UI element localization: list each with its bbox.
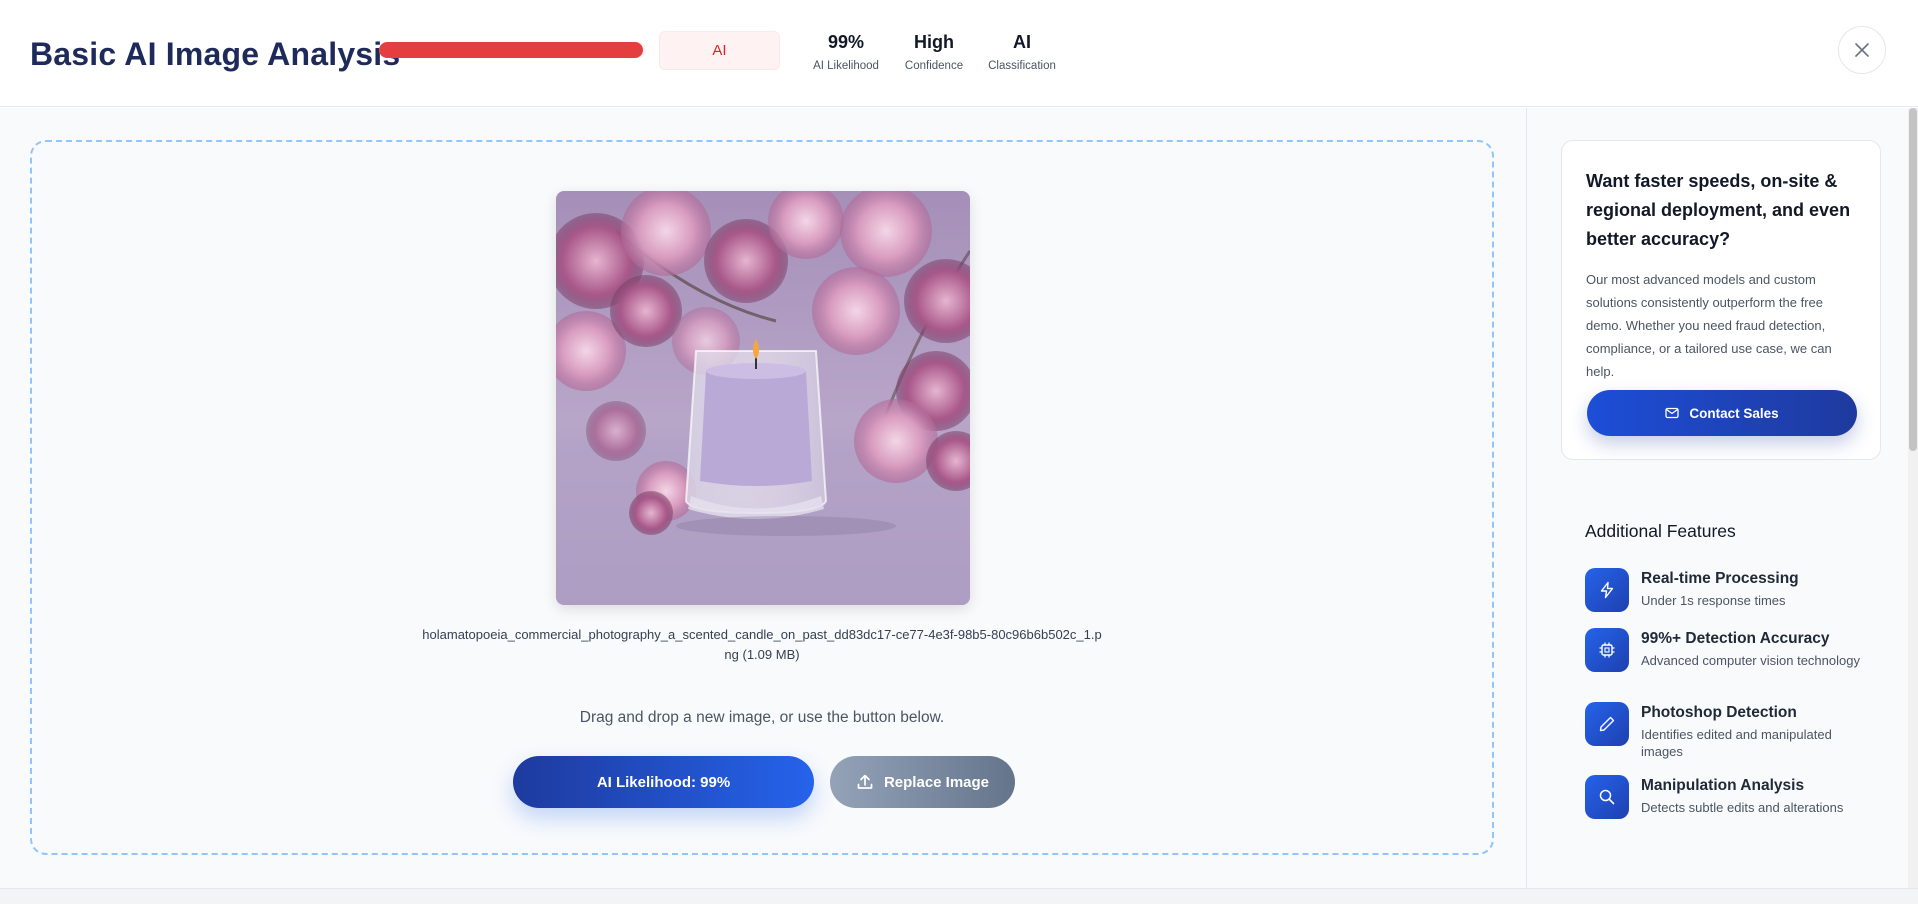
feature-desc: Detects subtle edits and alterations (1641, 800, 1844, 815)
feature-desc: Advanced computer vision technology (1641, 653, 1860, 668)
search-icon (1599, 789, 1615, 805)
feature-item: Real-time Processing Under 1s response t… (1585, 568, 1885, 628)
stat-label: Classification (988, 60, 1056, 72)
lightning-icon (1600, 581, 1614, 599)
feature-desc: Under 1s response times (1641, 593, 1786, 608)
candle-photo (556, 191, 970, 605)
feature-name: 99%+ Detection Accuracy (1641, 630, 1830, 647)
feature-icon-tile (1585, 775, 1629, 819)
stat-value: High (914, 32, 954, 52)
replace-image-button-label: Replace Image (883, 773, 990, 791)
feature-name: Manipulation Analysis (1641, 777, 1805, 794)
main-panel: holamatopoeia_commercial_photography_a_s… (0, 108, 1526, 888)
sidebar-scrollbar[interactable] (1908, 108, 1918, 888)
image-dropzone[interactable]: holamatopoeia_commercial_photography_a_s… (30, 140, 1494, 855)
close-icon (1855, 43, 1869, 57)
sidebar: Want faster speeds, on-site & regional d… (1526, 108, 1918, 888)
image-filename: holamatopoeia_commercial_photography_a_s… (422, 627, 1102, 662)
feature-icon-tile (1585, 628, 1629, 672)
contact-sales-label: Contact Sales (1689, 405, 1779, 421)
pencil-icon (1599, 716, 1615, 732)
mail-icon (1665, 407, 1680, 419)
stat-ai-likelihood: 99% AI Likelihood (808, 32, 884, 72)
stat-confidence: High Confidence (898, 32, 970, 72)
feature-item: 99%+ Detection Accuracy Advanced compute… (1585, 628, 1885, 688)
stat-label: Confidence (904, 60, 964, 72)
promo-card: Want faster speeds, on-site & regional d… (1561, 140, 1881, 460)
dropzone-instructions: Drag and drop a new image, or use the bu… (579, 709, 945, 726)
ai-likelihood-button-label: AI Likelihood: 99% (596, 773, 731, 791)
feature-name: Photoshop Detection (1641, 704, 1797, 721)
stat-value: 99% (827, 32, 865, 52)
uploaded-image-preview (556, 191, 970, 605)
feature-icon-tile (1585, 702, 1629, 746)
scrollbar-thumb[interactable] (1909, 108, 1917, 451)
stat-label: AI Likelihood (813, 60, 879, 72)
close-button[interactable] (1838, 26, 1886, 74)
chip-icon (1599, 642, 1615, 658)
feature-name: Real-time Processing (1641, 570, 1799, 587)
bottom-edge (0, 888, 1918, 904)
page-title: Basic AI Image Analysis (30, 36, 401, 72)
stat-classification: AI Classification (983, 32, 1061, 72)
ai-likelihood-bar (379, 42, 646, 58)
classification-badge: AI (659, 31, 780, 70)
upload-icon (857, 774, 873, 789)
feature-item: Photoshop Detection Identifies edited an… (1585, 702, 1885, 762)
feature-desc: Identifies edited and manipulated images (1641, 727, 1832, 759)
stat-value: AI (1013, 32, 1031, 52)
ai-likelihood-button[interactable]: AI Likelihood: 99% (513, 756, 814, 808)
feature-item: Manipulation Analysis Detects subtle edi… (1585, 775, 1885, 835)
ai-likelihood-bar-fill (379, 42, 644, 58)
promo-title: Want faster speeds, on-site & regional d… (1586, 171, 1851, 249)
feature-icon-tile (1585, 568, 1629, 612)
contact-sales-button[interactable]: Contact Sales (1587, 390, 1857, 436)
promo-text: Our most advanced models and custom solu… (1586, 272, 1832, 379)
header: Basic AI Image Analysis AI 99% AI Likeli… (0, 0, 1918, 107)
replace-image-button[interactable]: Replace Image (830, 756, 1015, 808)
features-heading: Additional Features (1585, 521, 1736, 541)
